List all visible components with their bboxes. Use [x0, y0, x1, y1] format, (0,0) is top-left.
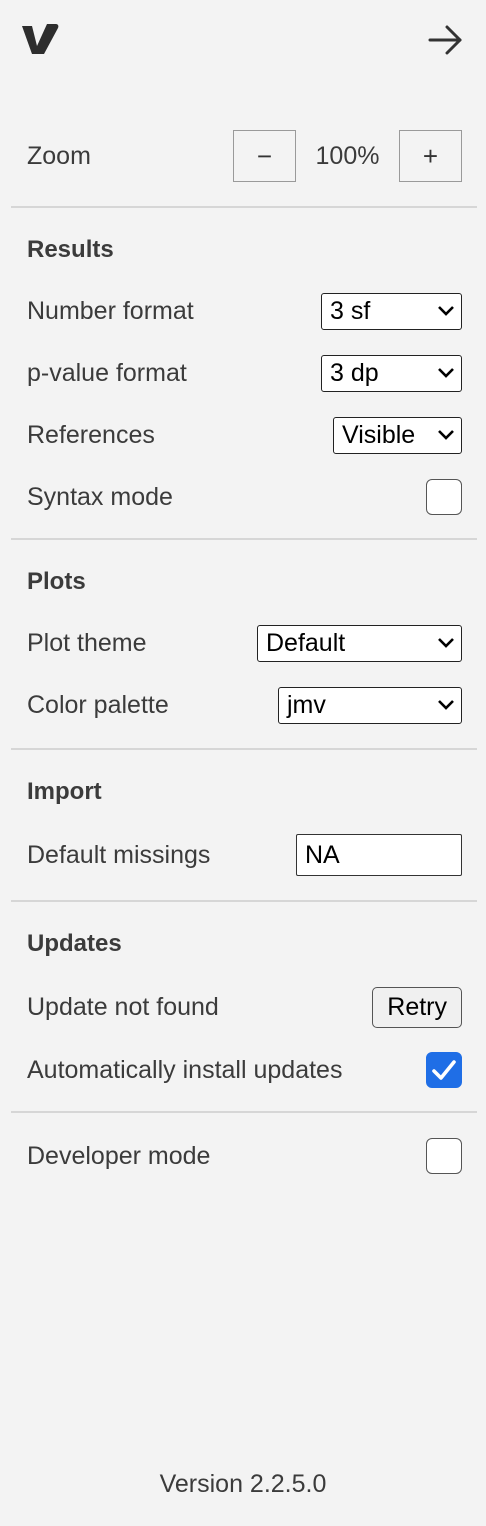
jamovi-logo — [22, 24, 59, 54]
close-settings-button[interactable] — [424, 18, 468, 62]
default-missings-row: Default missings NA — [27, 834, 462, 876]
import-section-title: Import — [27, 778, 102, 805]
chevron-down-icon — [438, 430, 454, 440]
plots-section-title: Plots — [27, 568, 86, 595]
syntax-mode-label: Syntax mode — [27, 482, 173, 511]
pvalue-format-row: p-value format 3 dp — [27, 354, 462, 392]
syntax-mode-checkbox[interactable] — [426, 479, 462, 515]
zoom-control: − 100% + — [233, 130, 462, 182]
checkmark-icon — [432, 1060, 456, 1080]
chevron-down-icon — [438, 638, 454, 648]
developer-mode-checkbox[interactable] — [426, 1138, 462, 1174]
auto-install-label: Automatically install updates — [27, 1055, 343, 1084]
plot-theme-row: Plot theme Default — [27, 624, 462, 662]
zoom-out-button[interactable]: − — [233, 130, 296, 182]
plot-theme-select[interactable]: Default — [257, 624, 462, 662]
number-format-select[interactable]: 3 sf — [321, 292, 462, 330]
number-format-row: Number format 3 sf — [27, 292, 462, 330]
divider — [11, 900, 477, 902]
auto-install-row: Automatically install updates — [27, 1051, 462, 1089]
plot-theme-value: Default — [266, 628, 346, 657]
color-palette-value: jmv — [287, 690, 326, 719]
zoom-in-button[interactable]: + — [399, 130, 462, 182]
default-missings-label: Default missings — [27, 840, 211, 869]
zoom-row: Zoom − 100% + — [27, 130, 462, 182]
results-section-title: Results — [27, 236, 114, 263]
color-palette-select[interactable]: jmv — [278, 686, 462, 724]
number-format-value: 3 sf — [330, 296, 371, 325]
pvalue-format-value: 3 dp — [330, 358, 379, 387]
divider — [11, 748, 477, 750]
chevron-down-icon — [438, 700, 454, 710]
references-value: Visible — [342, 420, 416, 449]
pvalue-format-select[interactable]: 3 dp — [321, 354, 462, 392]
zoom-label: Zoom — [27, 141, 91, 170]
zoom-value: 100% — [315, 141, 380, 170]
chevron-down-icon — [438, 306, 454, 316]
references-select[interactable]: Visible — [333, 416, 462, 454]
color-palette-label: Color palette — [27, 690, 169, 719]
header — [0, 0, 486, 90]
divider — [11, 206, 477, 208]
divider — [11, 1111, 477, 1113]
developer-mode-row: Developer mode — [27, 1137, 462, 1175]
pvalue-format-label: p-value format — [27, 358, 187, 387]
chevron-down-icon — [438, 368, 454, 378]
arrow-right-icon — [428, 25, 462, 55]
divider — [11, 538, 477, 540]
developer-mode-label: Developer mode — [27, 1141, 211, 1170]
syntax-mode-row: Syntax mode — [27, 478, 462, 516]
updates-section-title: Updates — [27, 930, 122, 957]
update-status-row: Update not found Retry — [27, 986, 462, 1028]
version-text: Version 2.2.5.0 — [159, 1470, 327, 1498]
color-palette-row: Color palette jmv — [27, 686, 462, 724]
number-format-label: Number format — [27, 296, 194, 325]
references-label: References — [27, 420, 155, 449]
update-status-label: Update not found — [27, 992, 219, 1021]
default-missings-input[interactable]: NA — [296, 834, 462, 876]
retry-button[interactable]: Retry — [372, 986, 462, 1028]
references-row: References Visible — [27, 416, 462, 454]
plot-theme-label: Plot theme — [27, 628, 147, 657]
auto-install-checkbox[interactable] — [426, 1052, 462, 1088]
